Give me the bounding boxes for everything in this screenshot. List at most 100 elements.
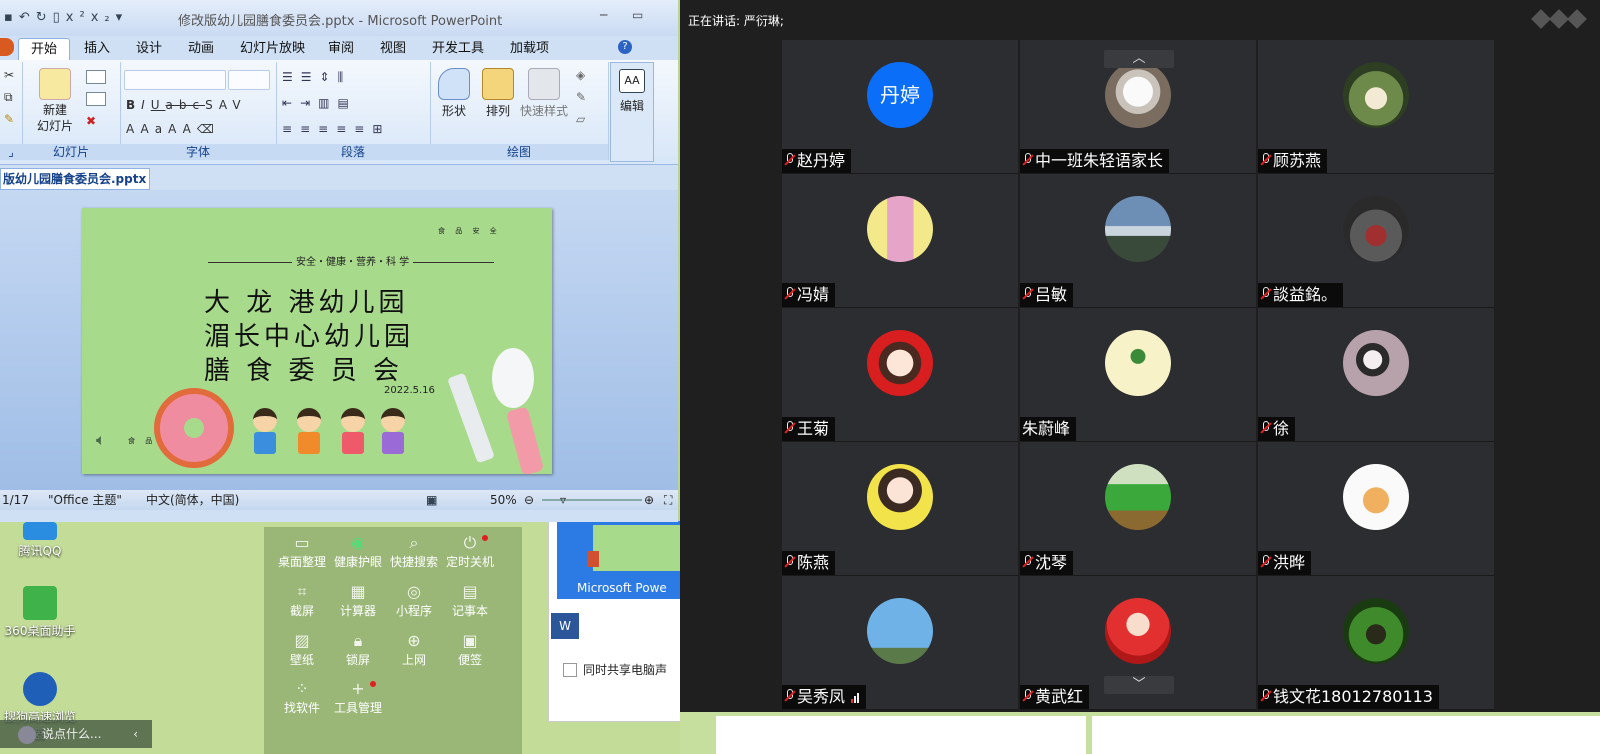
tool-desktop-organize[interactable]: ▭ 桌面整理 xyxy=(274,533,330,570)
tab-slideshow[interactable]: 幻灯片放映 xyxy=(240,38,305,60)
tab-home[interactable]: 开始 xyxy=(18,38,71,61)
minimize-icon[interactable]: ─ xyxy=(600,8,607,22)
format-painter-icon[interactable]: ✎ xyxy=(4,112,14,126)
shadow-icon[interactable]: S xyxy=(205,98,219,112)
line-spacing-icon[interactable]: ⇕ xyxy=(320,70,338,84)
participant-tile[interactable]: 陈燕 xyxy=(782,442,1018,576)
document-tab[interactable]: 版幼儿园膳食委员会.pptx xyxy=(0,168,150,190)
increase-indent-icon[interactable]: ⇥ xyxy=(300,96,318,110)
participant-tile[interactable]: 吕敏 xyxy=(1020,174,1256,308)
maximize-icon[interactable]: ▭ xyxy=(632,8,643,22)
tool-mini-program[interactable]: ◎ 小程序 xyxy=(386,582,442,619)
columns-icon[interactable]: ▥ xyxy=(318,96,337,110)
zoom-in-icon[interactable]: ⊕ xyxy=(644,490,654,510)
preview-thumbnail[interactable] xyxy=(557,521,681,577)
desktop-icon-360[interactable]: 360桌面助手 xyxy=(0,586,80,639)
align-right-icon[interactable]: ≡ xyxy=(318,122,336,136)
tab-design[interactable]: 设计 xyxy=(136,38,162,60)
speak-input-bar[interactable]: 说点什么... ‹ xyxy=(0,720,152,748)
help-icon[interactable]: ? xyxy=(618,40,632,54)
scroll-down-button[interactable]: ﹀ xyxy=(1104,676,1174,694)
tool-screenshot[interactable]: ⌗ 截屏 xyxy=(274,582,330,619)
participant-tile[interactable]: 丹婷 赵丹婷 xyxy=(782,40,1018,174)
change-case-icon[interactable]: Aa xyxy=(141,122,169,136)
font-name-select[interactable] xyxy=(124,70,226,90)
fit-window-icon[interactable]: ⛶ xyxy=(664,490,672,510)
tab-developer[interactable]: 开发工具 xyxy=(432,38,484,60)
font-color-icon[interactable]: A xyxy=(126,122,141,136)
tool-lock-screen[interactable]: 🔒︎ 锁屏 xyxy=(330,631,386,668)
shape-fill-icon[interactable]: ◈ xyxy=(576,68,585,82)
participant-tile[interactable]: 沈琴 xyxy=(1020,442,1256,576)
shapes-button[interactable]: 形状 xyxy=(434,68,474,119)
text-direction-icon[interactable]: ⫼ xyxy=(338,70,352,84)
tool-calculator[interactable]: ▦ 计算器 xyxy=(330,582,386,619)
tab-addins[interactable]: 加载项 xyxy=(510,38,549,60)
participant-tile[interactable]: 顾苏燕 xyxy=(1258,40,1494,174)
tool-eye-care[interactable]: ◉ 健康护眼 xyxy=(330,533,386,570)
tool-find-software[interactable]: ⁘ 找软件 xyxy=(274,679,330,716)
tool-timed-shutdown[interactable]: ⏻ 定时关机 xyxy=(442,533,498,570)
justify-icon[interactable]: ≡ xyxy=(336,122,354,136)
distribute-icon[interactable]: ≡ xyxy=(354,122,372,136)
customize-toolbar-icon[interactable]: ▾ xyxy=(116,10,129,25)
participant-tile[interactable]: 吴秀凤 xyxy=(782,576,1018,710)
save-icon[interactable]: ▪ xyxy=(4,10,19,25)
chevron-left-icon[interactable]: ‹ xyxy=(133,720,138,748)
speaker-icon[interactable]: 🔈︎ xyxy=(96,430,106,450)
shape-effects-icon[interactable]: ▱ xyxy=(576,112,585,126)
shape-outline-icon[interactable]: ✎ xyxy=(576,90,586,104)
subscript-icon[interactable]: x₂ xyxy=(91,10,116,25)
quick-styles-button[interactable]: 快速样式 xyxy=(518,68,570,119)
italic-icon[interactable]: I xyxy=(141,98,151,112)
participant-tile[interactable]: 徐 xyxy=(1258,308,1494,442)
tool-notepad[interactable]: ▤ 记事本 xyxy=(442,582,498,619)
zoom-thumb-icon[interactable]: ▿ xyxy=(560,490,566,510)
participant-tile[interactable]: 洪晔 xyxy=(1258,442,1494,576)
grow-font-icon[interactable]: A xyxy=(168,122,183,136)
scroll-up-button[interactable]: ︿ xyxy=(1104,50,1174,68)
tool-wallpaper[interactable]: ▨ 壁纸 xyxy=(274,631,330,668)
tool-quick-search[interactable]: ⌕ 快捷搜索 xyxy=(386,533,442,570)
arrange-button[interactable]: 排列 xyxy=(478,68,518,119)
participant-tile[interactable]: 钱文花18012780113 xyxy=(1258,576,1494,710)
desktop-icon-qq[interactable]: 腾讯QQ xyxy=(0,522,80,559)
cut-icon[interactable]: ✂ xyxy=(4,68,14,82)
participant-tile[interactable]: 談益銘。 xyxy=(1258,174,1494,308)
delete-slide-icon[interactable]: ✖ xyxy=(86,114,96,128)
align-left-icon[interactable]: ≡ xyxy=(282,122,300,136)
numbering-icon[interactable]: ☰ xyxy=(301,70,320,84)
reset-icon[interactable] xyxy=(86,92,106,106)
tool-internet[interactable]: ⊕ 上网 xyxy=(386,631,442,668)
print-preview-icon[interactable]: ▯ xyxy=(53,10,66,25)
char-spacing-icon[interactable]: AV xyxy=(219,98,247,112)
participant-tile[interactable]: 冯婧 xyxy=(782,174,1018,308)
participant-tile[interactable]: 王菊 xyxy=(782,308,1018,442)
superscript-icon[interactable]: x² xyxy=(66,10,91,25)
clear-format-icon[interactable]: ⌫ xyxy=(197,122,220,136)
edit-button[interactable]: AA 编辑 xyxy=(613,69,651,114)
copy-icon[interactable]: ⧉ xyxy=(4,90,13,105)
layout-icon[interactable] xyxy=(86,70,106,84)
align-text-icon[interactable]: ▤ xyxy=(337,96,356,110)
slide-canvas[interactable]: 食 品 安 全 安全・健康・营养・科 学 大 龙 港幼儿园 湄长中心幼儿园 膳 … xyxy=(82,208,552,474)
office-button-icon[interactable] xyxy=(0,38,14,56)
undo-icon[interactable]: ↶ xyxy=(19,10,36,25)
smartart-icon[interactable]: ⊞ xyxy=(372,122,390,136)
tab-insert[interactable]: 插入 xyxy=(84,38,110,60)
underline-icon[interactable]: U xyxy=(151,98,166,112)
zoom-out-icon[interactable]: ⊖ xyxy=(524,490,534,510)
tab-review[interactable]: 审阅 xyxy=(328,38,354,60)
align-center-icon[interactable]: ≡ xyxy=(300,122,318,136)
shrink-font-icon[interactable]: A xyxy=(183,122,197,136)
participant-tile[interactable]: 朱蔚峰 xyxy=(1020,308,1256,442)
decrease-indent-icon[interactable]: ⇤ xyxy=(282,96,300,110)
redo-icon[interactable]: ↻ xyxy=(36,10,53,25)
bold-icon[interactable]: B xyxy=(126,98,141,112)
zoom-slider[interactable] xyxy=(542,499,642,501)
bullets-icon[interactable]: ☰ xyxy=(282,70,301,84)
tab-view[interactable]: 视图 xyxy=(380,38,406,60)
strikethrough-icon[interactable]: abc xyxy=(166,98,206,112)
share-sound-checkbox[interactable] xyxy=(563,663,577,677)
font-size-select[interactable] xyxy=(228,70,270,90)
